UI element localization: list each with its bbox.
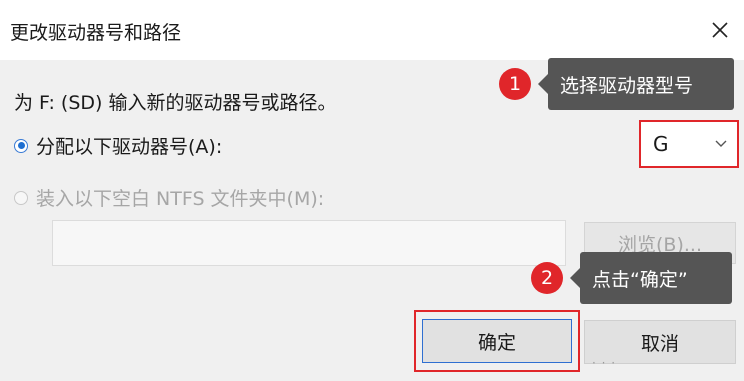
close-icon [712,22,728,38]
instruction-text: 为 F: (SD) 输入新的驱动器号或路径。 [14,92,337,114]
title-bar: 更改驱动器号和路径 [0,0,744,60]
step-2-badge: 2 [531,262,563,294]
change-drive-letter-dialog: 更改驱动器号和路径 为 F: (SD) 输入新的驱动器号或路径。 分配以下驱动器… [0,0,744,381]
assign-letter-radio[interactable] [14,138,28,153]
drive-letter-value: G [653,132,669,156]
step-2-callout: 点击“确定” [580,252,732,304]
step-1-callout: 选择驱动器型号 [548,58,734,110]
chevron-down-icon [715,137,727,151]
mount-folder-radio[interactable] [14,190,28,205]
ok-button[interactable]: 确定 [422,319,572,363]
assign-letter-label: 分配以下驱动器号(A): [36,136,223,158]
step-1-badge: 1 [499,68,531,100]
folder-path-input[interactable] [52,220,566,266]
dialog-title: 更改驱动器号和路径 [10,22,182,44]
ok-button-highlight[interactable]: 确定 [414,310,580,372]
drive-letter-select[interactable]: G [639,120,739,168]
mount-folder-label: 装入以下空白 NTFS 文件夹中(M): [36,188,325,210]
close-button[interactable] [696,8,744,52]
watermark: · · · [592,356,617,370]
mount-folder-option[interactable]: 装入以下空白 NTFS 文件夹中(M): [14,184,324,211]
assign-letter-option[interactable]: 分配以下驱动器号(A): [14,132,222,159]
